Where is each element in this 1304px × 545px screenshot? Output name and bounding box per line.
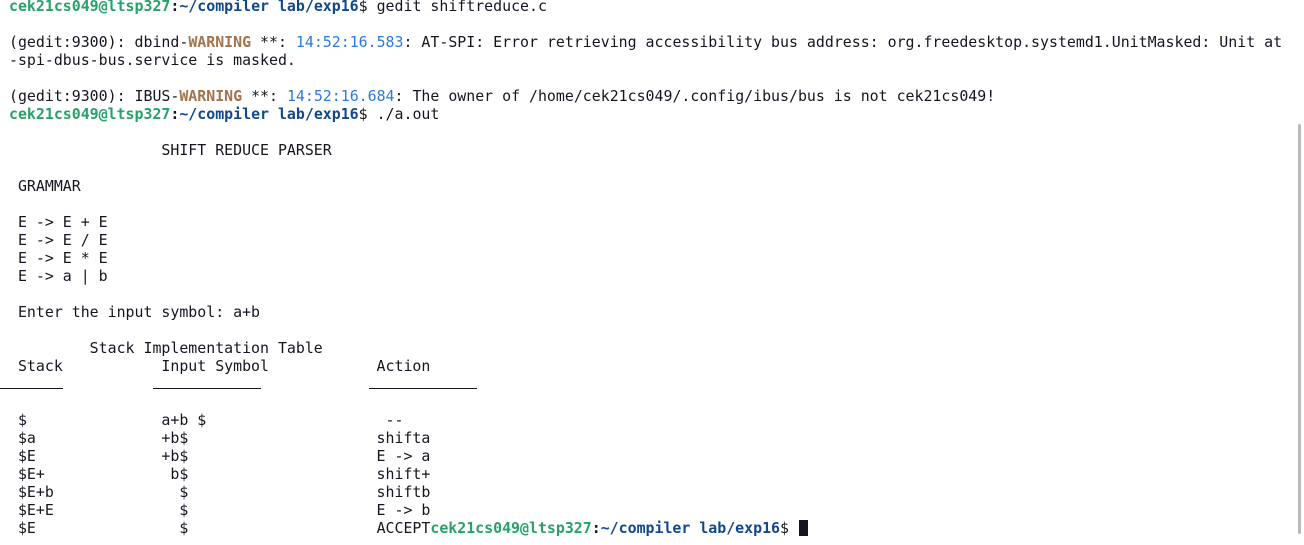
grammar-heading: GRAMMAR — [9, 177, 81, 195]
prompt-colon: : — [591, 519, 601, 537]
warning-label: WARNING — [188, 33, 252, 51]
final-row-text: $E $ — [9, 519, 377, 537]
warning-stars: **: — [251, 33, 296, 51]
action-column-underline — [369, 388, 477, 389]
terminal-output: cek21cs049@ltsp327:~/compiler lab/exp16$… — [0, 0, 1304, 537]
warning-timestamp: 14:52:16.684 — [286, 87, 395, 105]
warning-message: : AT-SPI: Error retrieving accessibility… — [403, 33, 1283, 51]
input-prompt: Enter the input symbol: a+b — [9, 303, 261, 321]
table-row: $ a+b $ -- — [9, 411, 404, 429]
prompt-user-host: cek21cs049@ltsp327 — [9, 0, 171, 15]
prompt-user-host: cek21cs049@ltsp327 — [430, 519, 592, 537]
prompt-line: cek21cs049@ltsp327:~/compiler lab/exp16$… — [9, 105, 1304, 123]
grammar-rule: E -> E * E — [9, 249, 108, 267]
grammar-rule: E -> a | b — [9, 267, 108, 285]
grammar-rule: E -> E / E — [9, 231, 108, 249]
table-header-underlines — [0, 375, 1304, 393]
prompt-path: ~/compiler lab/exp16 — [600, 519, 781, 537]
prompt-user-host: cek21cs049@ltsp327 — [9, 105, 171, 123]
warning-line: (gedit:9300): IBUS-WARNING **: 14:52:16.… — [9, 87, 1304, 105]
accept-text: ACCEPT — [376, 519, 431, 537]
stack-column-underline — [0, 388, 63, 389]
grammar-rule: E -> E + E — [9, 213, 108, 231]
prompt-symbol: $ — [780, 519, 798, 537]
warning-stars: **: — [242, 87, 287, 105]
prompt-colon: : — [170, 105, 180, 123]
prompt-colon: : — [170, 0, 180, 15]
command-text: ./a.out — [376, 105, 440, 123]
gedit-tag: (gedit:9300): IBUS- — [9, 87, 180, 105]
terminal-window[interactable]: cek21cs049@ltsp327:~/compiler lab/exp16$… — [0, 0, 1304, 545]
prompt-symbol: $ — [358, 105, 377, 123]
table-header: Stack Input Symbol Action — [9, 357, 431, 375]
prompt-path: ~/compiler lab/exp16 — [179, 0, 359, 15]
table-row: $a +b$ shifta — [9, 429, 431, 447]
warning-line: (gedit:9300): dbind-WARNING **: 14:52:16… — [9, 33, 1304, 51]
prompt-path: ~/compiler lab/exp16 — [179, 105, 359, 123]
scrollbar[interactable] — [1298, 124, 1301, 534]
warning-line-continued: -spi-dbus-bus.service is masked. — [9, 51, 296, 69]
table-row: $E +b$ E -> a — [9, 447, 431, 465]
table-title: Stack Implementation Table — [9, 339, 323, 357]
table-row: $E+E $ E -> b — [9, 501, 431, 519]
table-row: $E+ b$ shift+ — [9, 465, 431, 483]
program-title: SHIFT REDUCE PARSER — [9, 141, 332, 159]
command-text: gedit shiftreduce.c — [376, 0, 547, 15]
text-cursor[interactable] — [798, 520, 808, 536]
prompt-symbol: $ — [358, 0, 377, 15]
table-row-final: $E $ ACCEPTcek21cs049@ltsp327:~/compiler… — [9, 519, 1304, 537]
warning-message: : The owner of /home/cek21cs049/.config/… — [394, 87, 996, 105]
gedit-tag: (gedit:9300): dbind- — [9, 33, 189, 51]
prompt-line: cek21cs049@ltsp327:~/compiler lab/exp16$… — [9, 0, 1304, 15]
table-row: $E+b $ shiftb — [9, 483, 431, 501]
warning-timestamp: 14:52:16.583 — [295, 33, 404, 51]
warning-label: WARNING — [179, 87, 243, 105]
input-column-underline — [153, 388, 261, 389]
